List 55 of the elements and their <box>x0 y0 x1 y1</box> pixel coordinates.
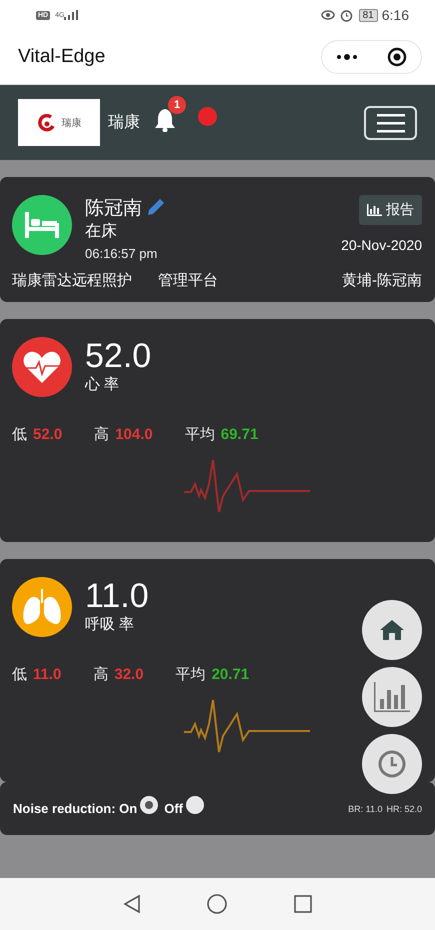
bell-icon[interactable] <box>154 108 176 132</box>
home-icon <box>379 619 405 641</box>
home-nav-icon[interactable] <box>207 894 228 914</box>
clock-icon <box>378 750 406 778</box>
back-icon[interactable] <box>123 894 142 914</box>
report-button[interactable]: 报告 <box>359 195 422 225</box>
notification-badge: 1 <box>168 96 186 114</box>
status-dot-icon <box>198 107 217 126</box>
reading-text: HR: 52.0 <box>386 804 422 814</box>
vital-value: 52.0 <box>85 339 152 373</box>
logo-text: 瑞康 <box>62 116 82 130</box>
menu-button[interactable] <box>364 106 417 140</box>
alarm-icon <box>340 8 353 22</box>
app-title: Vital-Edge <box>18 46 106 68</box>
platform-name: 瑞康雷达远程照护 <box>12 271 132 290</box>
heart-icon <box>22 349 62 385</box>
vital-label: 心 率 <box>85 375 120 394</box>
low-value: 11.0 <box>33 666 62 683</box>
pencil-icon[interactable] <box>146 197 166 217</box>
recents-icon[interactable] <box>294 895 312 913</box>
option-label: Off <box>164 801 184 816</box>
patient-status: 在床 <box>85 222 118 242</box>
average-label: 平均 <box>184 425 215 444</box>
radio-button[interactable] <box>140 796 158 814</box>
average-value: 20.71 <box>212 666 250 683</box>
eye-icon <box>320 10 335 20</box>
low-value: 52.0 <box>33 426 62 443</box>
radio-button[interactable] <box>186 796 204 814</box>
close-icon[interactable] <box>386 47 407 67</box>
signal-icon <box>64 10 78 20</box>
patient-name: 陈冠南 <box>85 197 142 221</box>
reading-text: BR: 11.0 <box>348 804 382 814</box>
high-label: 高 <box>94 425 110 444</box>
more-icon[interactable] <box>336 54 358 60</box>
vital-value: 11.0 <box>85 579 149 613</box>
low-label: 低 <box>12 665 27 684</box>
lungs-icon <box>21 587 63 627</box>
average-value: 69.71 <box>220 426 258 443</box>
high-value: 32.0 <box>114 666 144 683</box>
bar-chart-icon <box>374 682 410 712</box>
bar-chart-icon <box>367 204 382 216</box>
average-label: 平均 <box>176 665 206 684</box>
high-label: 高 <box>93 665 108 684</box>
low-label: 低 <box>12 425 27 444</box>
platform-suffix: 管理平台 <box>158 271 218 290</box>
patient-time: 06:16:57 pm <box>85 246 158 261</box>
high-value: 104.0 <box>115 426 153 443</box>
vital-label: 呼吸 率 <box>85 615 136 634</box>
brand-name: 瑞康 <box>108 112 140 133</box>
menu-icon <box>376 112 404 132</box>
clock-time: 6:16 <box>382 7 409 23</box>
noise-label: Noise reduction: On <box>13 801 138 816</box>
location-label: 黄埔-陈冠南 <box>342 271 422 290</box>
battery-level: 81 <box>358 8 378 22</box>
record-date: 20-Nov-2020 <box>341 237 422 253</box>
